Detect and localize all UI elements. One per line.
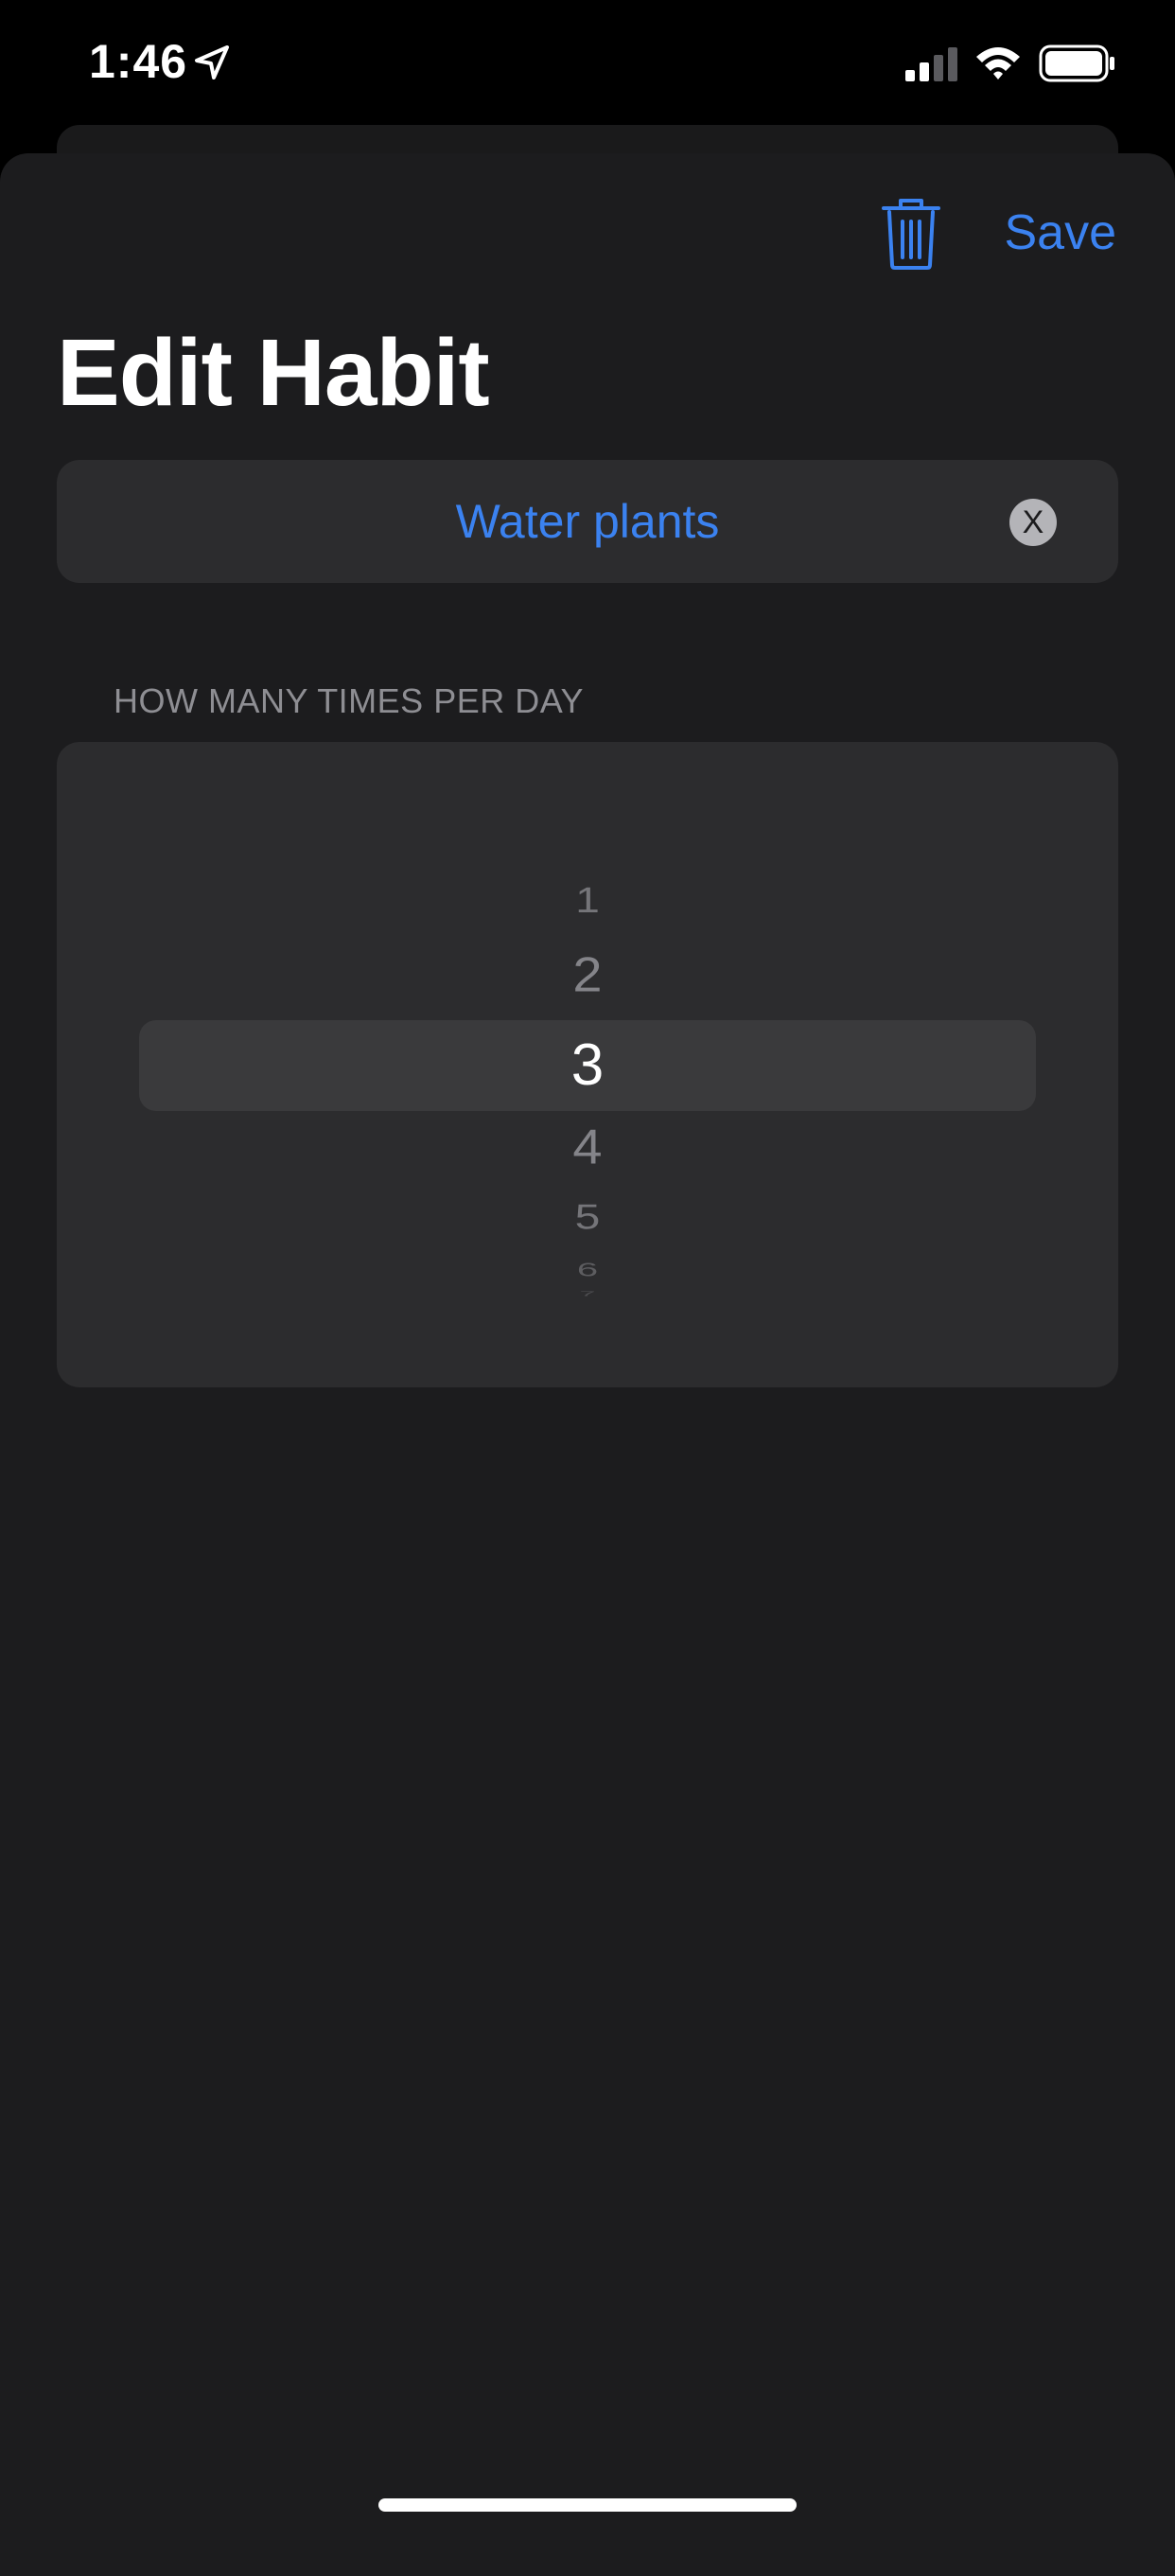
home-indicator[interactable] (378, 2498, 797, 2512)
picker-option[interactable]: 5 (57, 1198, 1118, 1238)
habit-name-input[interactable] (57, 460, 1118, 583)
page-title: Edit Habit (57, 320, 490, 426)
picker-option-selected[interactable]: 3 (57, 1032, 1118, 1100)
picker-option[interactable]: 2 (57, 947, 1118, 1003)
battery-icon (1039, 44, 1114, 82)
picker-option[interactable]: 7 (57, 1290, 1118, 1297)
cellular-signal-icon (905, 47, 957, 81)
status-bar: 1:46 (0, 0, 1175, 123)
save-button[interactable]: Save (1004, 204, 1116, 261)
picker-option[interactable]: 6 (57, 1260, 1118, 1280)
times-per-day-picker[interactable]: 1 2 3 4 5 6 7 (57, 742, 1118, 1387)
wifi-icon (976, 47, 1020, 79)
picker-option[interactable]: 1 (57, 879, 1118, 921)
picker-option[interactable]: 4 (57, 1120, 1118, 1175)
frequency-section-label: HOW MANY TIMES PER DAY (114, 681, 585, 720)
clear-text-button[interactable]: X (1009, 499, 1057, 546)
location-arrow-icon (195, 45, 229, 79)
status-time: 1:46 (89, 35, 188, 88)
trash-icon (882, 199, 940, 270)
delete-button[interactable] (880, 197, 942, 271)
habit-name-field (57, 460, 1118, 583)
